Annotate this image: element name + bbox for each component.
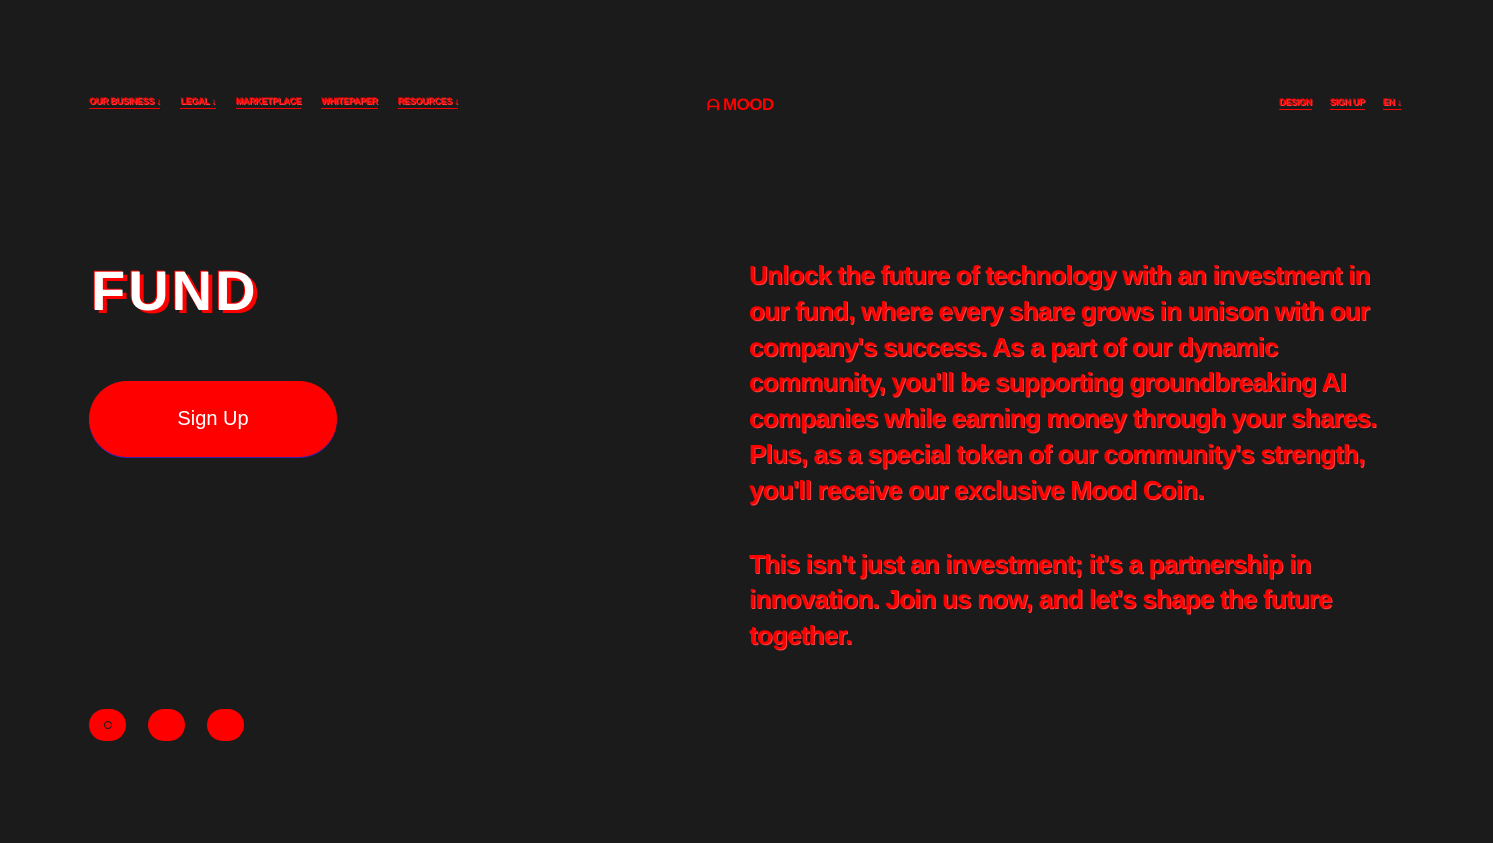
utility-nav: DESIGN SIGN UP EN ↓ (1279, 97, 1401, 110)
site-logo[interactable]: ᗩ MOOD (707, 95, 774, 115)
social-links (89, 709, 244, 741)
twitter-icon[interactable] (148, 709, 185, 741)
nav-link-whitepaper[interactable]: WHITEPAPER (321, 96, 378, 109)
nav-link-resources[interactable]: RESOURCES ↓ (397, 96, 459, 109)
language-selector[interactable]: EN ↓ (1382, 97, 1401, 110)
main-nav: OUR BUSINESS ↓ LEGAL ↓ MARKETPLACE WHITE… (89, 96, 459, 109)
nav-link-marketplace[interactable]: MARKETPLACE (235, 96, 302, 109)
page: OUR BUSINESS ↓ LEGAL ↓ MARKETPLACE WHITE… (0, 0, 1493, 843)
description-paragraph: This isn't just an investment; it's a pa… (749, 548, 1333, 651)
discord-icon[interactable] (207, 709, 244, 741)
util-link-signup[interactable]: SIGN UP (1329, 97, 1365, 110)
fund-description: Unlock the future of technology with an … (749, 258, 1394, 692)
nav-link-legal[interactable]: LEGAL ↓ (180, 96, 216, 109)
signup-button[interactable]: Sign Up (89, 381, 337, 457)
logo-text: MOOD (722, 95, 774, 114)
nav-link-our-business[interactable]: OUR BUSINESS ↓ (89, 96, 161, 109)
page-title: FUND (91, 259, 259, 322)
util-link-design[interactable]: DESIGN (1279, 97, 1312, 110)
description-paragraph: Unlock the future of technology with an … (749, 260, 1377, 505)
instagram-icon[interactable] (89, 709, 126, 741)
mood-logo-icon: ᗩ (707, 96, 719, 114)
